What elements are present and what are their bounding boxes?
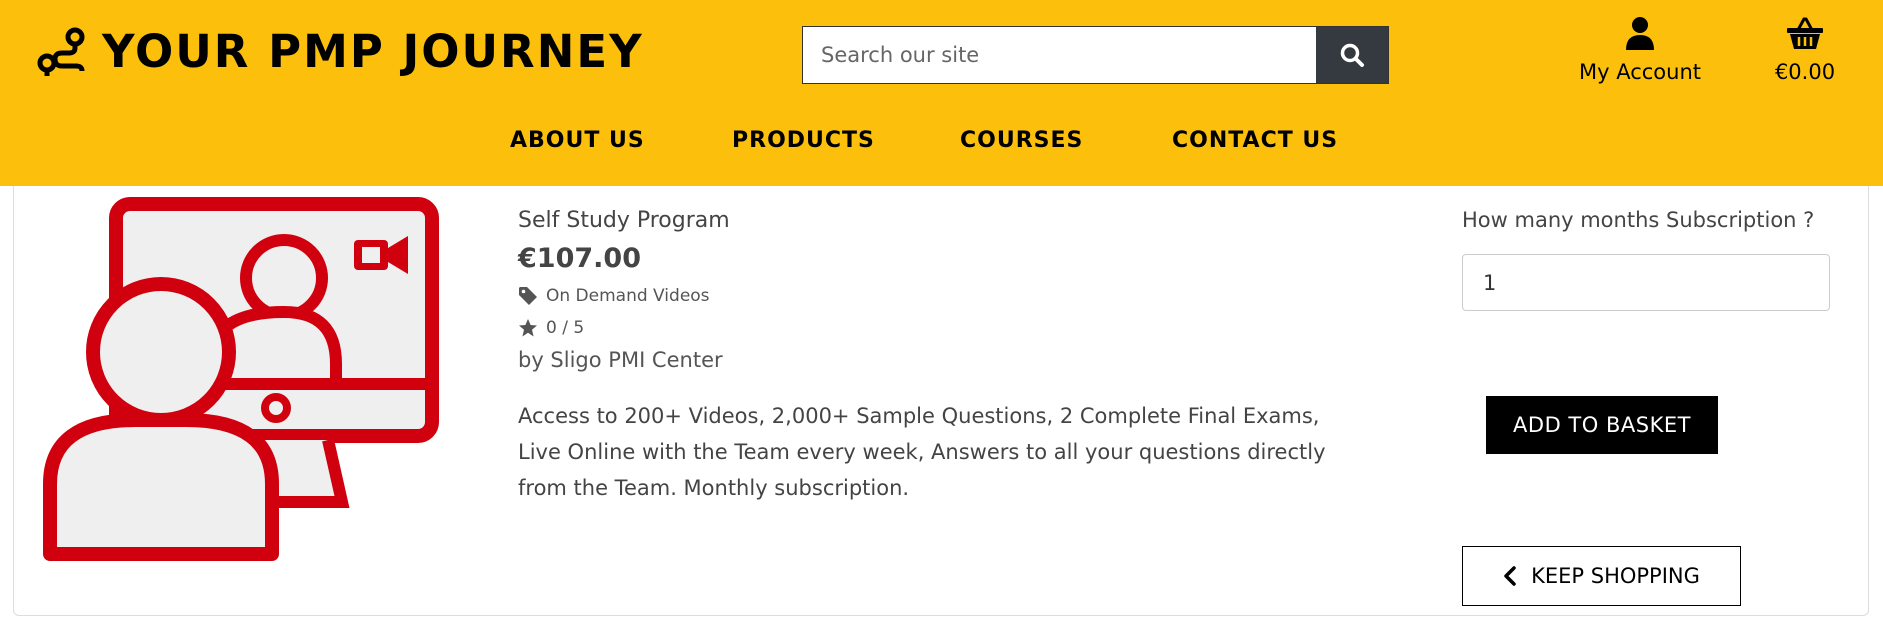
my-account-label: My Account xyxy=(1578,60,1701,84)
quantity-input[interactable] xyxy=(1462,254,1830,311)
product-rating: 0 / 5 xyxy=(518,318,1378,338)
nav-about-us[interactable]: ABOUT US xyxy=(510,128,645,153)
nav-contact-us[interactable]: CONTACT US xyxy=(1172,128,1338,153)
quantity-label: How many months Subscription ? xyxy=(1462,208,1815,232)
tag-icon xyxy=(519,287,537,305)
online-teaching-icon xyxy=(43,197,439,561)
main-nav: ABOUT US PRODUCTS COURSES CONTACT US xyxy=(0,128,1883,158)
nav-courses[interactable]: COURSES xyxy=(960,128,1083,153)
search-icon xyxy=(1340,43,1364,67)
product-category[interactable]: On Demand Videos xyxy=(518,286,1378,306)
search-button[interactable] xyxy=(1316,27,1388,83)
route-icon xyxy=(37,27,85,76)
product-info: Self Study Program €107.00 On Demand Vid… xyxy=(518,208,1378,506)
product-price: €107.00 xyxy=(518,243,641,274)
keep-shopping-label: KEEP SHOPPING xyxy=(1531,564,1700,588)
product-seller: by Sligo PMI Center xyxy=(518,348,723,372)
site-logo[interactable]: YOUR PMP JOURNEY xyxy=(36,22,644,82)
chevron-left-icon xyxy=(1504,566,1516,586)
star-icon xyxy=(519,319,537,337)
category-label: On Demand Videos xyxy=(546,286,710,306)
my-account-link[interactable]: My Account xyxy=(1570,16,1710,84)
basket-icon xyxy=(1787,17,1823,49)
search-input[interactable] xyxy=(803,27,1316,83)
product-name: Self Study Program xyxy=(518,208,730,233)
search-bar xyxy=(802,26,1389,84)
site-header: YOUR PMP JOURNEY My Account €0.00 ABO xyxy=(0,0,1883,186)
keep-shopping-button[interactable]: KEEP SHOPPING xyxy=(1462,546,1741,606)
basket-link[interactable]: €0.00 xyxy=(1760,16,1850,84)
user-icon xyxy=(1626,17,1654,50)
purchase-panel: How many months Subscription ? ADD TO BA… xyxy=(1462,208,1862,606)
product-description: Access to 200+ Videos, 2,000+ Sample Que… xyxy=(518,404,1326,500)
add-to-basket-button[interactable]: ADD TO BASKET xyxy=(1486,396,1718,454)
rating-value: 0 / 5 xyxy=(546,318,585,338)
basket-total: €0.00 xyxy=(1774,60,1836,84)
site-title: YOUR PMP JOURNEY xyxy=(102,25,644,78)
product-card: Self Study Program €107.00 On Demand Vid… xyxy=(13,186,1869,616)
nav-products[interactable]: PRODUCTS xyxy=(732,128,875,153)
